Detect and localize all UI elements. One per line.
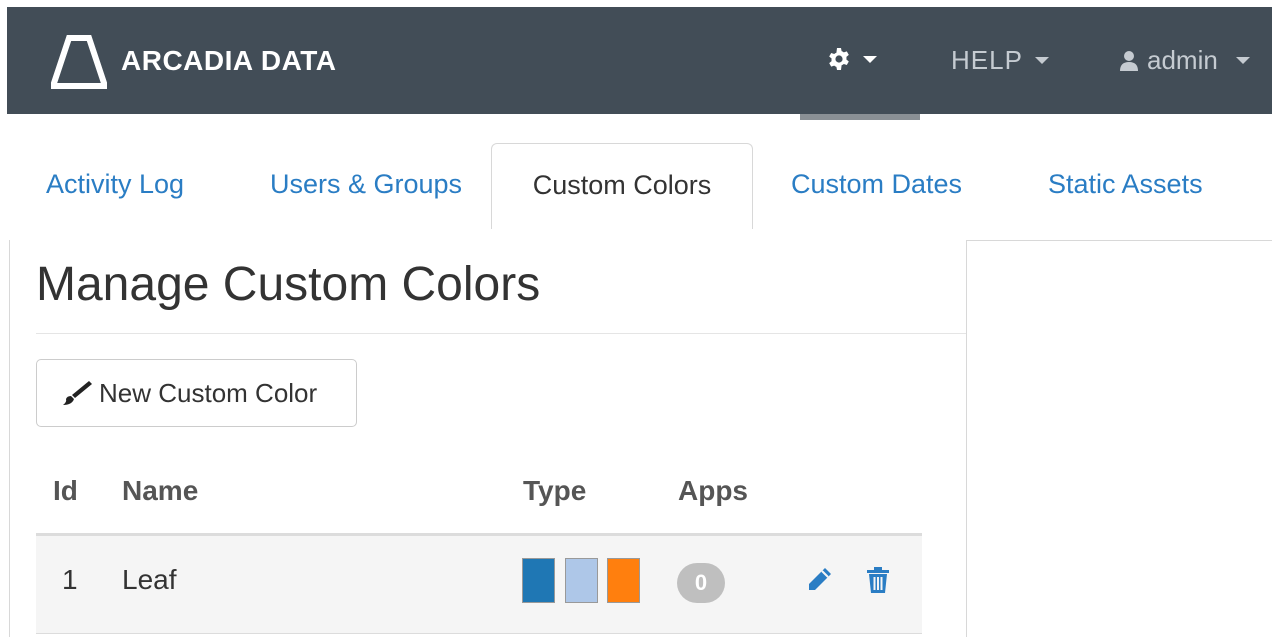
column-header-type[interactable]: Type bbox=[523, 475, 586, 507]
user-menu[interactable]: admin bbox=[1119, 45, 1250, 76]
triangle-logo-icon[interactable] bbox=[51, 34, 107, 90]
brand-name[interactable]: ARCADIA DATA bbox=[121, 45, 336, 77]
new-button-label: New Custom Color bbox=[99, 377, 318, 408]
color-swatch bbox=[607, 558, 640, 603]
tab-users-groups[interactable]: Users & Groups bbox=[270, 143, 462, 229]
new-custom-color-button[interactable]: New Custom Color bbox=[36, 359, 357, 427]
column-header-apps[interactable]: Apps bbox=[678, 475, 748, 507]
trash-icon bbox=[867, 567, 889, 593]
panel-border bbox=[966, 240, 967, 637]
panel-border bbox=[966, 240, 1272, 241]
edit-button[interactable] bbox=[803, 563, 835, 597]
user-label: admin bbox=[1147, 45, 1218, 75]
delete-button[interactable] bbox=[862, 563, 894, 597]
help-label: HELP bbox=[951, 45, 1023, 75]
panel-border bbox=[9, 240, 10, 637]
page-title: Manage Custom Colors bbox=[36, 258, 541, 311]
divider bbox=[36, 633, 922, 634]
tab-activity-log[interactable]: Activity Log bbox=[46, 143, 184, 229]
chevron-down-icon bbox=[1034, 57, 1049, 64]
row-name: Leaf bbox=[122, 564, 177, 595]
chevron-down-icon bbox=[863, 55, 877, 63]
color-swatch bbox=[565, 558, 598, 603]
admin-tabs: Activity Log Users & Groups Custom Color… bbox=[0, 143, 1272, 229]
help-menu[interactable]: HELP bbox=[951, 45, 1049, 76]
chevron-down-icon bbox=[1235, 57, 1250, 64]
column-header-name[interactable]: Name bbox=[122, 475, 198, 507]
tab-custom-dates[interactable]: Custom Dates bbox=[791, 143, 962, 229]
gear-icon bbox=[829, 48, 849, 70]
tab-static-assets[interactable]: Static Assets bbox=[1048, 143, 1203, 229]
paintbrush-icon bbox=[63, 381, 92, 405]
tab-custom-colors[interactable]: Custom Colors bbox=[491, 143, 753, 229]
user-icon bbox=[1120, 50, 1138, 71]
top-navbar: ARCADIA DATA HELP admin bbox=[7, 7, 1272, 114]
column-header-id[interactable]: Id bbox=[53, 475, 78, 507]
row-id: 1 bbox=[62, 564, 78, 595]
color-swatch bbox=[522, 558, 555, 603]
active-menu-indicator bbox=[800, 114, 920, 120]
divider bbox=[36, 333, 966, 334]
settings-menu[interactable] bbox=[827, 47, 877, 71]
pencil-icon bbox=[809, 568, 831, 590]
apps-count-badge: 0 bbox=[677, 563, 725, 603]
